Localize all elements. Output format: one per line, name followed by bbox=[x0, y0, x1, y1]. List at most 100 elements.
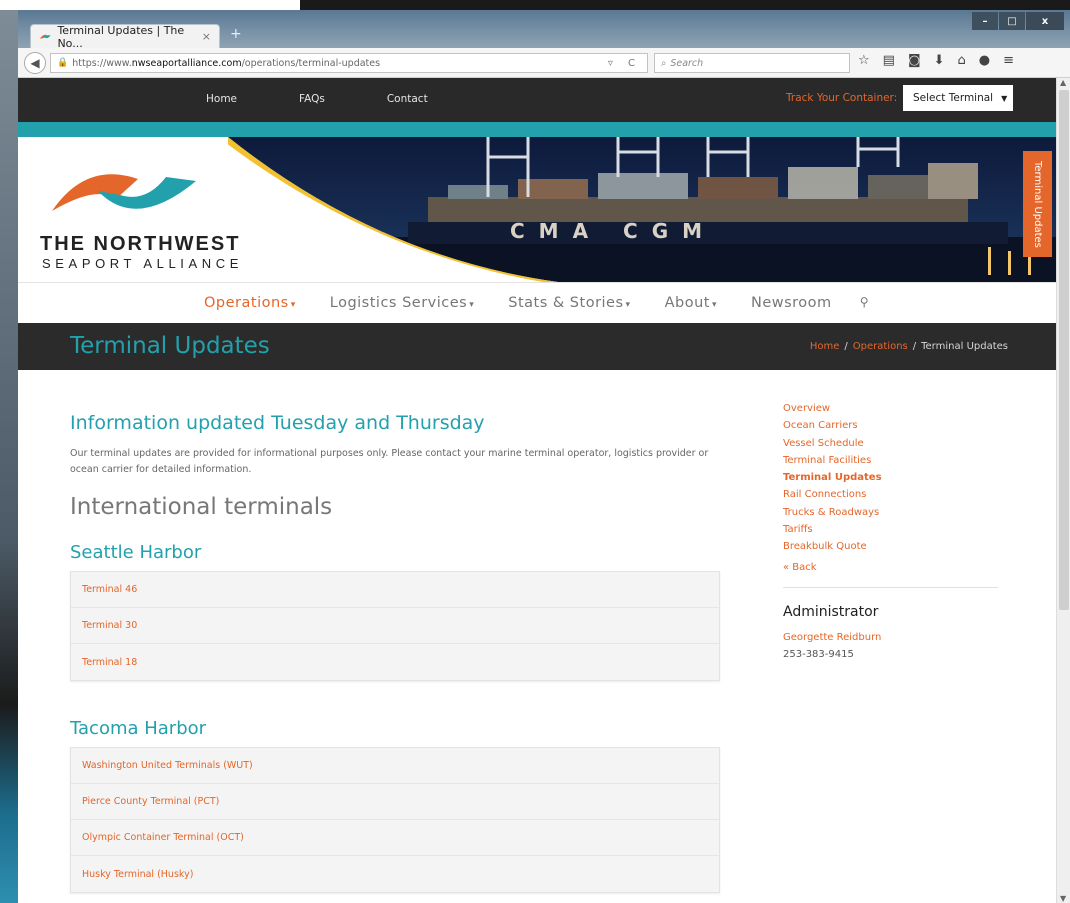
reload-icon[interactable]: ▿ C bbox=[608, 58, 641, 69]
site-top-nav: Home FAQs Contact Track Your Container: … bbox=[18, 78, 1070, 122]
top-nav-links: Home FAQs Contact bbox=[206, 93, 428, 105]
breadcrumb-separator: / bbox=[844, 341, 848, 352]
select-terminal-value: Select Terminal bbox=[913, 92, 994, 104]
top-nav-faqs[interactable]: FAQs bbox=[299, 93, 325, 105]
top-nav-home[interactable]: Home bbox=[206, 93, 237, 105]
main-nav-stats-label: Stats & Stories bbox=[508, 295, 624, 311]
search-input[interactable]: ⌕ Search bbox=[654, 53, 850, 73]
sidebar-item-vessel-schedule[interactable]: Vessel Schedule bbox=[783, 435, 998, 452]
site-header: CMA CGM THE NORTHWEST SEAPORT ALLIANCE T… bbox=[18, 137, 1070, 282]
accordion-item[interactable]: Terminal 46 bbox=[71, 572, 719, 608]
caret-down-icon: ▼ bbox=[1001, 93, 1008, 103]
main-nav-about[interactable]: About ▾ bbox=[665, 295, 717, 311]
back-button[interactable]: ◀ bbox=[24, 51, 46, 74]
breadcrumb: Home / Operations / Terminal Updates bbox=[810, 341, 1008, 352]
main-nav-stats[interactable]: Stats & Stories ▾ bbox=[508, 295, 630, 311]
window-controls: – □ x bbox=[972, 12, 1064, 30]
main-nav-about-label: About bbox=[664, 295, 710, 311]
breadcrumb-current: Terminal Updates bbox=[921, 341, 1008, 352]
main-nav-newsroom[interactable]: Newsroom bbox=[751, 295, 832, 311]
administrator-name-link[interactable]: Georgette Reidburn bbox=[783, 629, 998, 646]
sidebar-item-trucks-roadways[interactable]: Trucks & Roadways bbox=[783, 504, 998, 521]
scroll-down-icon[interactable]: ▼ bbox=[1060, 894, 1066, 903]
url-bar[interactable]: 🔒 https://www.nwseaportalliance.com/oper… bbox=[50, 53, 648, 73]
search-icon[interactable]: ⚲ bbox=[860, 295, 869, 311]
main-nav: Operations ▾ Logistics Services ▾ Stats & … bbox=[18, 282, 1070, 323]
maximize-button[interactable]: □ bbox=[999, 12, 1025, 30]
scrollbar-thumb[interactable] bbox=[1059, 90, 1069, 610]
caret-down-icon: ▾ bbox=[290, 300, 296, 310]
close-window-button[interactable]: x bbox=[1026, 12, 1064, 30]
alliance-logo bbox=[52, 174, 196, 211]
search-placeholder: Search bbox=[670, 57, 704, 69]
sidebar-item-ocean-carriers[interactable]: Ocean Carriers bbox=[783, 417, 998, 434]
lock-icon: 🔒 bbox=[57, 58, 69, 68]
url-path: /operations/terminal-updates bbox=[241, 57, 381, 69]
main-nav-logistics[interactable]: Logistics Services ▾ bbox=[330, 295, 475, 311]
sidebar-back-link[interactable]: « Back bbox=[783, 562, 998, 573]
accordion-seattle: Terminal 46 Terminal 30 Terminal 18 bbox=[70, 571, 720, 681]
sidebar-divider bbox=[783, 586, 998, 588]
browser-window: Terminal Updates | The No... × + – □ x ◀… bbox=[18, 10, 1070, 903]
sidebar-item-overview[interactable]: Overview bbox=[783, 400, 998, 417]
favicon-icon bbox=[39, 34, 51, 39]
sidebar-item-rail-connections[interactable]: Rail Connections bbox=[783, 486, 998, 503]
harbor-heading-seattle: Seattle Harbor bbox=[70, 542, 202, 563]
minimize-button[interactable]: – bbox=[972, 12, 998, 30]
browser-tab[interactable]: Terminal Updates | The No... × bbox=[30, 24, 220, 50]
breadcrumb-operations[interactable]: Operations bbox=[853, 341, 908, 352]
sidebar-item-breakbulk-quote[interactable]: Breakbulk Quote bbox=[783, 538, 998, 555]
accordion-item[interactable]: Husky Terminal (Husky) bbox=[71, 856, 719, 892]
sidebar-item-tariffs[interactable]: Tariffs bbox=[783, 521, 998, 538]
select-terminal-dropdown[interactable]: Select Terminal ▼ bbox=[903, 85, 1013, 111]
info-heading: Information updated Tuesday and Thursday bbox=[70, 412, 485, 434]
browser-titlebar: Terminal Updates | The No... × + – □ x bbox=[18, 10, 1070, 50]
accordion-item[interactable]: Terminal 30 bbox=[71, 608, 719, 644]
accordion-item[interactable]: Terminal 18 bbox=[71, 644, 719, 680]
page-title: Terminal Updates bbox=[70, 333, 270, 359]
accordion-item[interactable]: Washington United Terminals (WUT) bbox=[71, 748, 719, 784]
url-domain: nwseaportalliance.com bbox=[131, 57, 242, 69]
main-nav-operations-label: Operations bbox=[204, 295, 289, 311]
terminal-updates-side-tab[interactable]: Terminal Updates bbox=[1023, 151, 1052, 257]
administrator-heading: Administrator bbox=[783, 603, 879, 620]
main-content: Information updated Tuesday and Thursday… bbox=[18, 370, 1070, 900]
caret-down-icon: ▾ bbox=[625, 300, 631, 310]
main-nav-logistics-label: Logistics Services bbox=[329, 295, 468, 311]
desktop-background-window bbox=[300, 0, 1070, 10]
pocket-icon[interactable]: ◙ bbox=[908, 53, 921, 68]
section-heading: International terminals bbox=[70, 494, 333, 520]
page-scrollbar[interactable]: ▲ ▼ bbox=[1056, 78, 1070, 903]
new-tab-button[interactable]: + bbox=[230, 26, 242, 42]
scroll-up-icon[interactable]: ▲ bbox=[1060, 78, 1066, 87]
download-icon[interactable]: ⬇ bbox=[934, 53, 945, 68]
home-icon[interactable]: ⌂ bbox=[957, 53, 965, 68]
browser-navbar: ◀ 🔒 https://www.nwseaportalliance.com/op… bbox=[18, 48, 1070, 78]
reading-list-icon[interactable]: ▤ bbox=[883, 53, 895, 68]
sidebar-item-terminal-updates[interactable]: Terminal Updates bbox=[783, 469, 998, 486]
harbor-heading-tacoma: Tacoma Harbor bbox=[70, 718, 207, 739]
bookmark-star-icon[interactable]: ☆ bbox=[858, 53, 870, 68]
main-nav-operations[interactable]: Operations ▾ bbox=[204, 295, 296, 311]
tab-close-icon[interactable]: × bbox=[202, 30, 211, 43]
chat-icon[interactable]: ● bbox=[979, 53, 990, 68]
caret-down-icon: ▾ bbox=[469, 300, 475, 310]
logo-text-line1: THE NORTHWEST bbox=[40, 233, 241, 255]
caret-down-icon: ▾ bbox=[711, 300, 717, 310]
accordion-item[interactable]: Olympic Container Terminal (OCT) bbox=[71, 820, 719, 856]
accordion-item[interactable]: Pierce County Terminal (PCT) bbox=[71, 784, 719, 820]
administrator-phone: 253-383-9415 bbox=[783, 648, 854, 660]
teal-strip bbox=[18, 122, 1070, 137]
sidebar-item-terminal-facilities[interactable]: Terminal Facilities bbox=[783, 452, 998, 469]
main-nav-items: Operations ▾ Logistics Services ▾ Stats & … bbox=[204, 295, 869, 311]
top-nav-contact[interactable]: Contact bbox=[387, 93, 428, 105]
logo-text-line2: SEAPORT ALLIANCE bbox=[42, 256, 244, 271]
desktop-background bbox=[0, 0, 18, 903]
breadcrumb-home[interactable]: Home bbox=[810, 341, 840, 352]
page-title-bar: Terminal Updates Home / Operations / Ter… bbox=[18, 323, 1070, 370]
back-arrow-icon: ◀ bbox=[30, 55, 40, 70]
accordion-tacoma: Washington United Terminals (WUT) Pierce… bbox=[70, 747, 720, 893]
hero-port-photo: CMA CGM bbox=[228, 137, 1070, 282]
menu-icon[interactable]: ≡ bbox=[1003, 53, 1014, 68]
hero-image: CMA CGM bbox=[228, 137, 1070, 282]
